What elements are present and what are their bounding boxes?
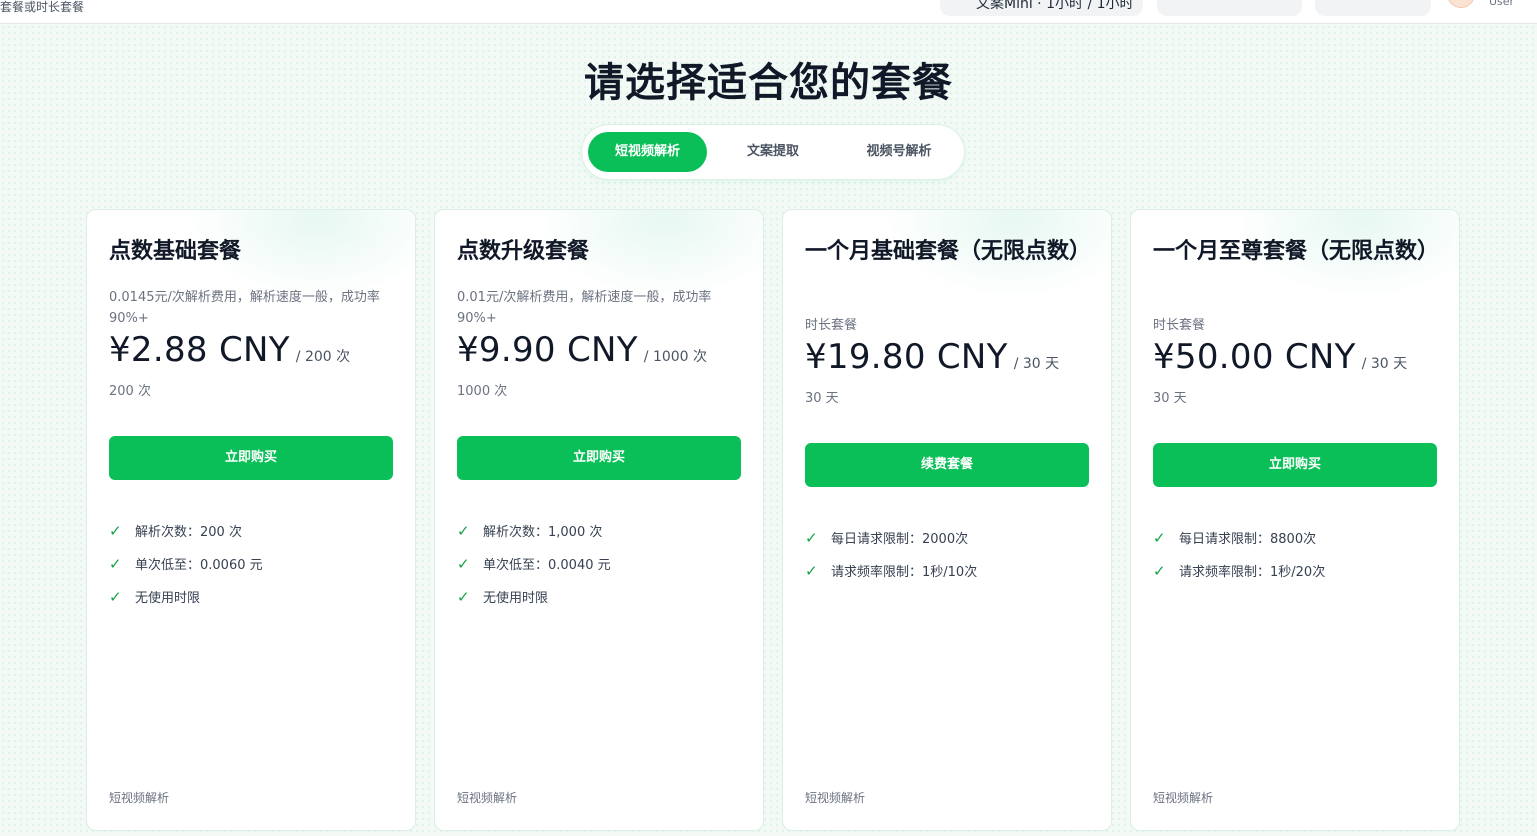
top-bar: 套餐或时长套餐 文案Mini · 1小时 / 1小时 User	[0, 0, 1537, 24]
buy-button[interactable]: 立即购买	[1153, 443, 1437, 487]
feature-text: 单次低至：0.0060 元	[135, 558, 263, 573]
feature-text: 无使用时限	[135, 591, 201, 606]
plan-title: 一个月基础套餐（无限点数）	[805, 239, 1092, 264]
feature-item: ✓ 无使用时限	[109, 581, 393, 614]
price-row: ¥50.00 CNY / 30 天	[1153, 337, 1407, 377]
plan-period: / 30 天	[1361, 356, 1408, 372]
feature-list: ✓ 每日请求限制：8800次 ✓ 请求频率限制：1秒/20次	[1153, 522, 1437, 588]
tab-channels-parse[interactable]: 视频号解析	[844, 132, 954, 172]
plan-period: / 30 天	[1013, 356, 1060, 372]
plan-price: ¥2.88 CNY	[109, 330, 290, 370]
plan-card: 一个月至尊套餐（无限点数） 时长套餐 ¥50.00 CNY / 30 天 30 天…	[1130, 209, 1460, 831]
feature-item: ✓ 解析次数：200 次	[109, 515, 393, 548]
plan-card: 点数基础套餐 0.0145元/次解析费用，解析速度一般，成功率90%+ ¥2.8…	[86, 209, 416, 831]
check-icon: ✓	[1153, 562, 1166, 580]
check-icon: ✓	[457, 588, 470, 606]
toolbar-pill[interactable]	[1315, 0, 1431, 16]
tab-copy-extract[interactable]: 文案提取	[718, 132, 828, 172]
plan-amount: 30 天	[1153, 391, 1187, 406]
plan-description: 0.0145元/次解析费用，解析速度一般，成功率90%+	[109, 290, 380, 326]
feature-item: ✓ 请求频率限制：1秒/20次	[1153, 555, 1437, 588]
feature-item: ✓ 每日请求限制：2000次	[805, 522, 1089, 555]
plan-amount: 1000 次	[457, 384, 508, 399]
plan-title: 一个月至尊套餐（无限点数）	[1153, 239, 1440, 264]
plan-amount: 200 次	[109, 384, 151, 399]
feature-list: ✓ 解析次数：200 次 ✓ 单次低至：0.0060 元 ✓ 无使用时限	[109, 515, 393, 614]
avatar[interactable]	[1447, 0, 1475, 8]
buy-button[interactable]: 立即购买	[109, 436, 393, 480]
feature-text: 解析次数：200 次	[135, 525, 242, 540]
plan-category: 短视频解析	[805, 791, 866, 805]
check-icon: ✓	[805, 529, 818, 547]
feature-list: ✓ 解析次数：1,000 次 ✓ 单次低至：0.0040 元 ✓ 无使用时限	[457, 515, 741, 614]
check-icon: ✓	[457, 522, 470, 540]
category-tabs: 短视频解析 文案提取 视频号解析	[581, 124, 965, 180]
plan-amount: 30 天	[805, 391, 839, 406]
plan-card: 一个月基础套餐（无限点数） 时长套餐 ¥19.80 CNY / 30 天 30 天…	[782, 209, 1112, 831]
buy-button[interactable]: 立即购买	[457, 436, 741, 480]
check-icon: ✓	[805, 562, 818, 580]
feature-item: ✓ 每日请求限制：8800次	[1153, 522, 1437, 555]
feature-text: 无使用时限	[483, 591, 549, 606]
usage-pill[interactable]: 文案Mini · 1小时 / 1小时	[940, 0, 1143, 16]
feature-text: 单次低至：0.0040 元	[483, 558, 611, 573]
feature-item: ✓ 单次低至：0.0040 元	[457, 548, 741, 581]
feature-item: ✓ 请求频率限制：1秒/10次	[805, 555, 1089, 588]
check-icon: ✓	[109, 588, 122, 606]
feature-item: ✓ 解析次数：1,000 次	[457, 515, 741, 548]
feature-text: 每日请求限制：2000次	[831, 532, 969, 547]
price-row: ¥2.88 CNY / 200 次	[109, 330, 350, 370]
feature-text: 每日请求限制：8800次	[1179, 532, 1317, 547]
plan-description: 时长套餐	[1153, 318, 1206, 333]
plan-category: 短视频解析	[109, 791, 170, 805]
plan-price: ¥19.80 CNY	[805, 337, 1008, 377]
price-row: ¥9.90 CNY / 1000 次	[457, 330, 707, 370]
plan-category: 短视频解析	[1153, 791, 1214, 805]
feature-item: ✓ 无使用时限	[457, 581, 741, 614]
check-icon: ✓	[109, 522, 122, 540]
plan-period: / 1000 次	[643, 349, 708, 365]
price-row: ¥19.80 CNY / 30 天	[805, 337, 1059, 377]
feature-item: ✓ 单次低至：0.0060 元	[109, 548, 393, 581]
feature-text: 解析次数：1,000 次	[483, 525, 603, 540]
plan-card: 点数升级套餐 0.01元/次解析费用，解析速度一般，成功率90%+ ¥9.90 …	[434, 209, 764, 831]
feature-list: ✓ 每日请求限制：2000次 ✓ 请求频率限制：1秒/10次	[805, 522, 1089, 588]
feature-text: 请求频率限制：1秒/20次	[1179, 565, 1326, 580]
check-icon: ✓	[457, 555, 470, 573]
user-name[interactable]: User	[1489, 0, 1514, 8]
breadcrumb: 套餐或时长套餐	[0, 0, 85, 14]
tab-short-video-parse[interactable]: 短视频解析	[588, 132, 707, 172]
page-title: 请选择适合您的套餐	[584, 60, 953, 106]
plan-price: ¥50.00 CNY	[1153, 337, 1356, 377]
check-icon: ✓	[109, 555, 122, 573]
plan-description: 0.01元/次解析费用，解析速度一般，成功率90%+	[457, 290, 712, 326]
plan-title: 点数基础套餐	[109, 239, 242, 264]
plan-title: 点数升级套餐	[457, 239, 590, 264]
toolbar-pill[interactable]	[1157, 0, 1302, 16]
plan-category: 短视频解析	[457, 791, 518, 805]
plan-price: ¥9.90 CNY	[457, 330, 638, 370]
renew-button[interactable]: 续费套餐	[805, 443, 1089, 487]
plan-description: 时长套餐	[805, 318, 858, 333]
feature-text: 请求频率限制：1秒/10次	[831, 565, 978, 580]
plan-period: / 200 次	[295, 349, 351, 365]
check-icon: ✓	[1153, 529, 1166, 547]
